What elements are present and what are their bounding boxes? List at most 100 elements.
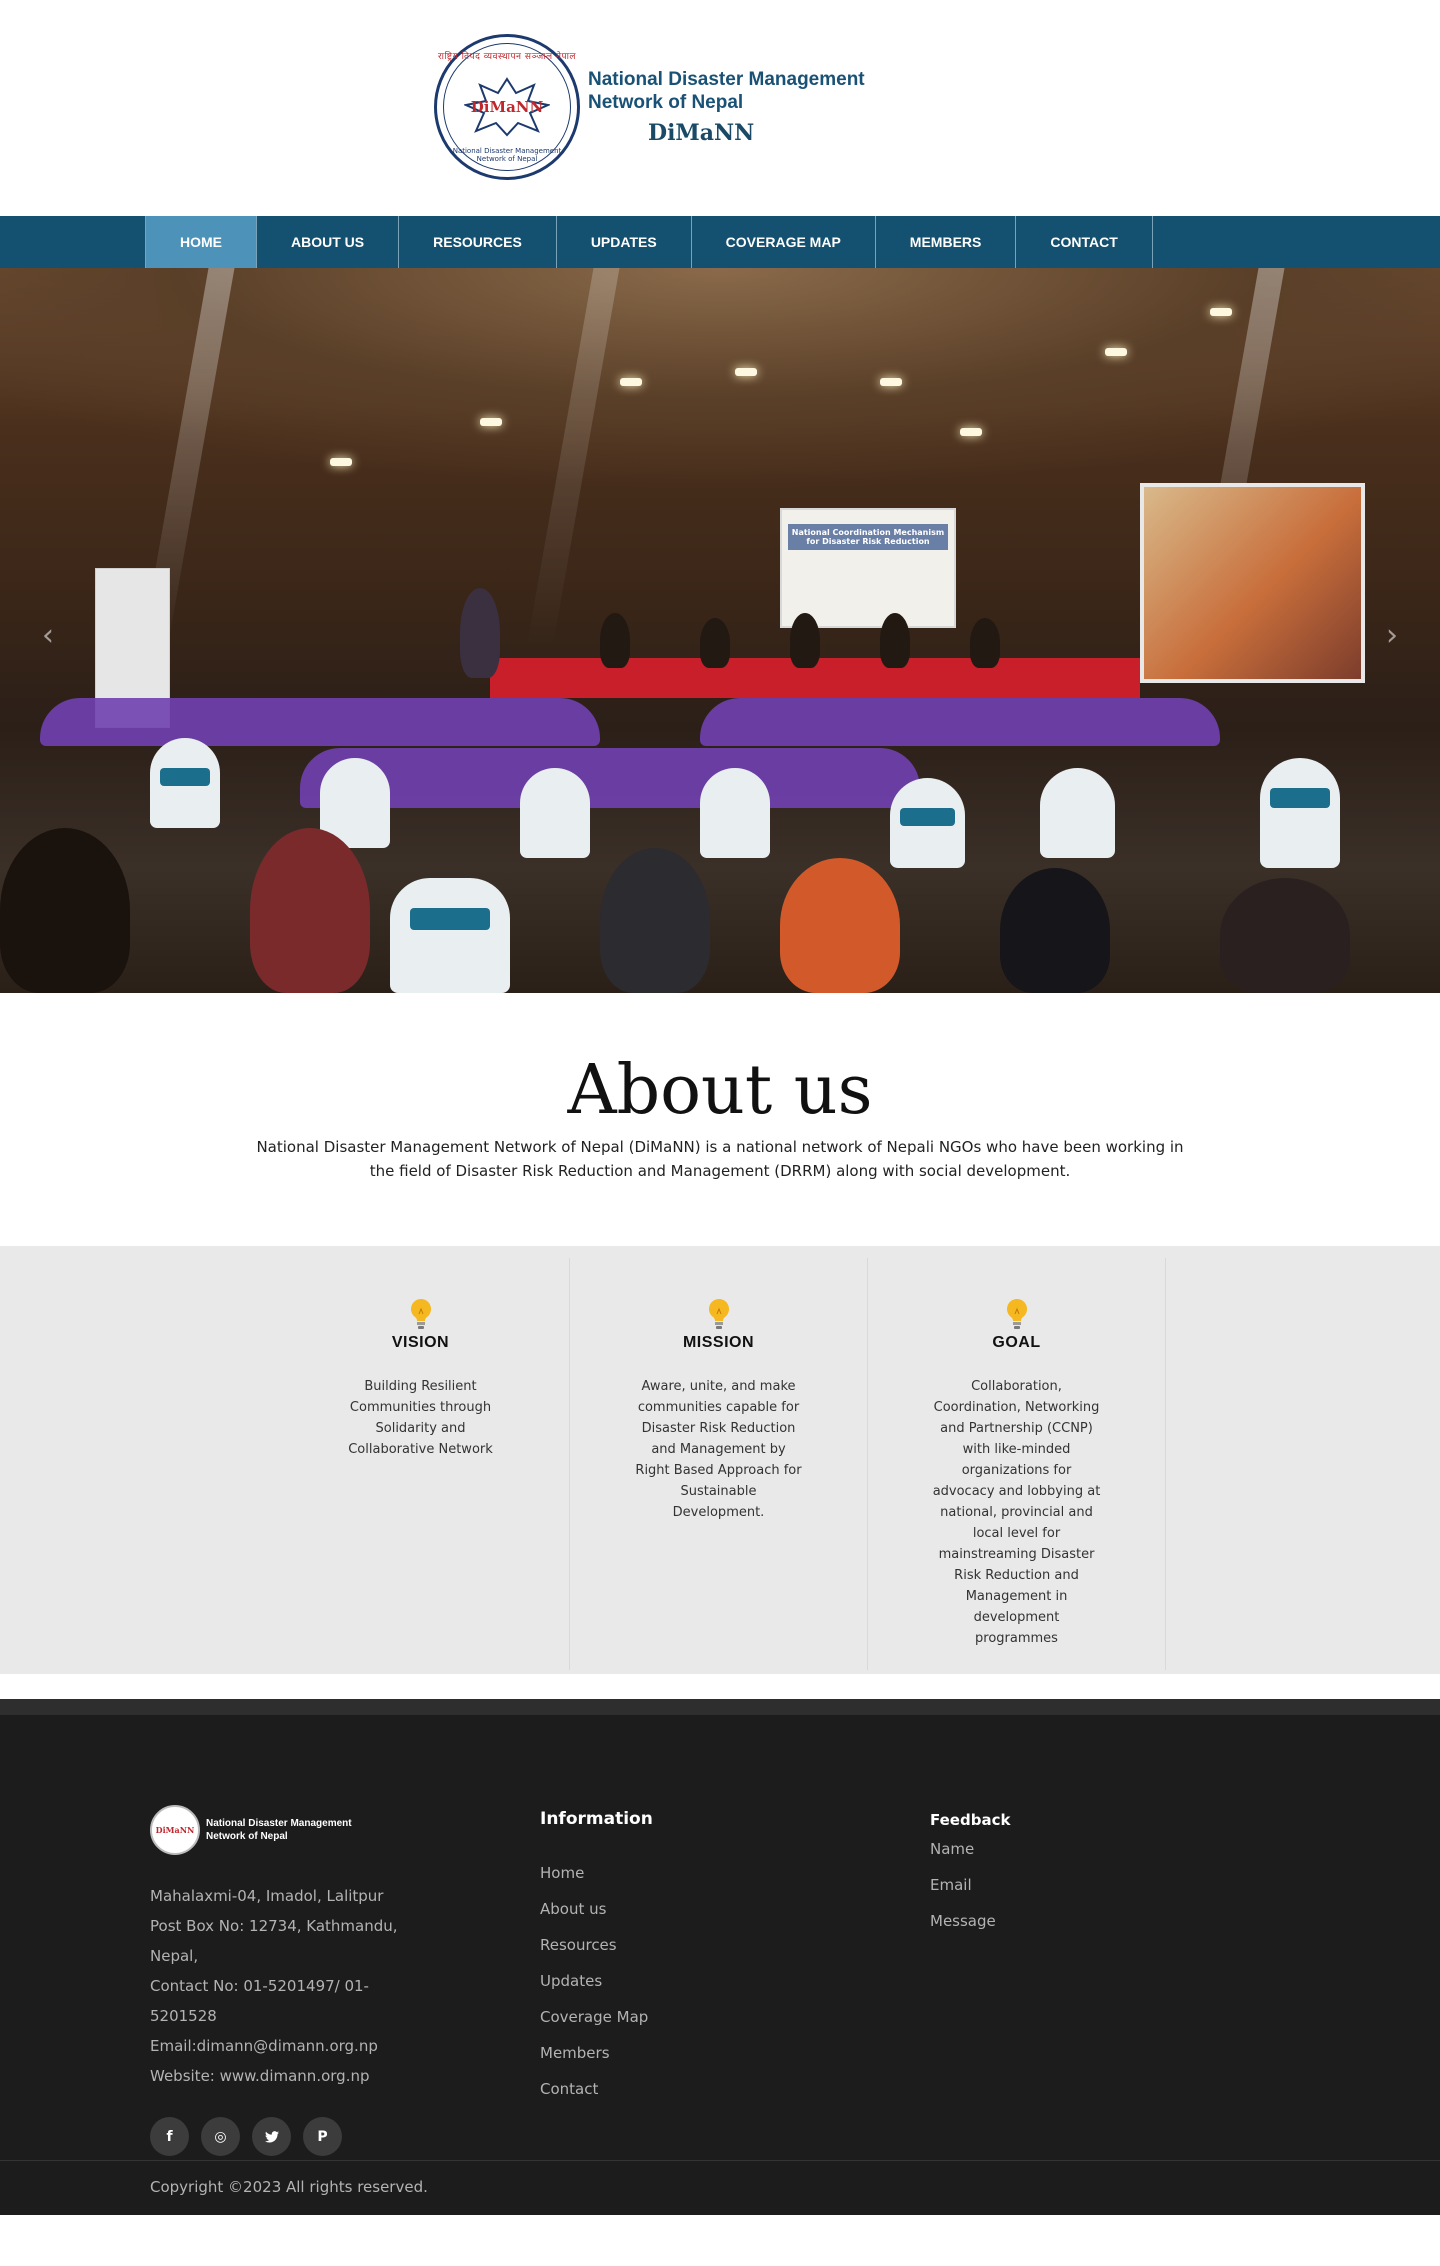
nav-item-resources[interactable]: RESOURCES	[399, 216, 557, 268]
vision-title: VISION	[391, 1334, 450, 1351]
nav-item-members[interactable]: MEMBERS	[876, 216, 1017, 268]
footer-logo[interactable]: DiMaNN National Disaster Management Netw…	[150, 1805, 400, 1855]
ceiling-light	[960, 428, 982, 436]
information-links: Home About us Resources Updates Coverage…	[540, 1855, 653, 2107]
chair-sash	[1270, 788, 1330, 808]
attendee-table	[700, 698, 1220, 746]
speaker-figure	[460, 588, 500, 678]
main-nav: HOME ABOUT US RESOURCES UPDATES COVERAGE…	[0, 216, 1440, 268]
ceiling-light	[1210, 308, 1232, 316]
goal-card: GOAL Collaboration, Coordination, Networ…	[868, 1258, 1166, 1670]
footer-link-contact[interactable]: Contact	[540, 2071, 653, 2107]
chair-sash	[160, 768, 210, 786]
footer-logo-line1: National Disaster Management	[206, 1818, 352, 1829]
ceiling-light	[735, 368, 757, 376]
panelist	[700, 618, 730, 668]
twitter-icon[interactable]	[252, 2117, 291, 2156]
footer-address: Mahalaxmi-04, Imadol, Lalitpur Post Box …	[150, 1881, 400, 2091]
vision-mission-goal-section: VISION Building Resilient Communities th…	[0, 1246, 1440, 1674]
lightbulb-icon	[706, 1296, 732, 1332]
emblem-core: DiMaNN	[464, 77, 550, 137]
footer-link-updates[interactable]: Updates	[540, 1963, 653, 1999]
event-banner: National Coordination Mechanism for Disa…	[780, 508, 956, 628]
mission-text: Aware, unite, and make communities capab…	[635, 1379, 802, 1520]
slider-next-arrow[interactable]: ›	[1386, 618, 1398, 653]
attendee	[600, 848, 710, 993]
chair	[1040, 768, 1115, 858]
goal-title: GOAL	[992, 1334, 1041, 1351]
mission-title: MISSION	[682, 1334, 755, 1351]
copyright-bar: Copyright ©2023 All rights reserved.	[0, 2160, 1440, 2215]
address-line: Post Box No: 12734, Kathmandu, Nepal,	[150, 1917, 398, 1965]
goal-text: Collaboration, Coordination, Networking …	[932, 1379, 1101, 1646]
emblem-ring-text-nepali: राष्ट्रिय विपद व्यवस्थापन सञ्जाल नेपाल	[437, 52, 577, 62]
facebook-icon[interactable]: f	[150, 2117, 189, 2156]
lightbulb-icon	[1004, 1296, 1030, 1332]
mission-card: MISSION Aware, unite, and make communiti…	[570, 1258, 868, 1670]
ceiling-light	[620, 378, 642, 386]
light-beam	[526, 268, 620, 648]
nav-item-contact[interactable]: CONTACT	[1016, 216, 1153, 268]
footer-logo-emblem: DiMaNN	[150, 1805, 200, 1855]
site-footer: DiMaNN National Disaster Management Netw…	[0, 1715, 1440, 2215]
address-line: Mahalaxmi-04, Imadol, Lalitpur	[150, 1887, 384, 1905]
attendee	[0, 828, 130, 993]
footer-link-about-us[interactable]: About us	[540, 1891, 653, 1927]
hero-slider-image: National Coordination Mechanism for Disa…	[0, 268, 1440, 993]
attendee-table	[40, 698, 600, 746]
attendee	[780, 858, 900, 993]
feedback-message-field[interactable]: Message	[930, 1903, 1010, 1939]
projector-screen	[1140, 483, 1365, 683]
chair-sash	[410, 908, 490, 930]
instagram-icon[interactable]: ◎	[201, 2117, 240, 2156]
chair	[390, 878, 510, 993]
chair-sash	[900, 808, 955, 826]
footer-link-members[interactable]: Members	[540, 2035, 653, 2071]
section-spacer	[0, 1674, 1440, 1699]
social-links: f ◎ P	[150, 2117, 400, 2156]
about-text: National Disaster Management Network of …	[256, 1138, 1184, 1180]
information-heading: Information	[540, 1809, 653, 1829]
panelist	[790, 613, 820, 668]
nav-item-about-us[interactable]: ABOUT US	[257, 216, 400, 268]
panelist	[970, 618, 1000, 668]
footer-contact-column: DiMaNN National Disaster Management Netw…	[150, 1805, 400, 2156]
ceiling-light	[880, 378, 902, 386]
nav-item-coverage-map[interactable]: COVERAGE MAP	[692, 216, 876, 268]
slider-prev-arrow[interactable]: ‹	[42, 618, 54, 653]
footer-logo-line2: Network of Nepal	[206, 1831, 288, 1842]
emblem-ring-text-english: National Disaster Management Network of …	[452, 147, 562, 163]
logo-emblem: राष्ट्रिय विपद व्यवस्थापन सञ्जाल नेपाल D…	[434, 34, 580, 180]
ceiling-light	[330, 458, 352, 466]
footer-link-home[interactable]: Home	[540, 1855, 653, 1891]
lightbulb-icon	[408, 1296, 434, 1332]
ceiling-light	[480, 418, 502, 426]
emblem-mark: DiMaNN	[470, 98, 544, 116]
contact-number: Contact No: 01-5201497/ 01-5201528	[150, 1977, 369, 2025]
pinterest-icon[interactable]: P	[303, 2117, 342, 2156]
panelist	[600, 613, 630, 668]
chair	[1260, 758, 1340, 868]
about-title: About us	[567, 1051, 873, 1130]
footer-feedback-column: Feedback Name Email Message	[930, 1811, 1010, 1939]
panelist	[880, 613, 910, 668]
org-name-line1: National Disaster Management	[588, 69, 865, 90]
footer-link-coverage-map[interactable]: Coverage Map	[540, 1999, 653, 2035]
feedback-email-field[interactable]: Email	[930, 1867, 1010, 1903]
site-header: राष्ट्रिय विपद व्यवस्थापन सञ्जाल नेपाल D…	[0, 0, 1440, 216]
nav-item-updates[interactable]: UPDATES	[557, 216, 692, 268]
contact-website: Website: www.dimann.org.np	[150, 2067, 370, 2085]
footer-top-strip	[0, 1699, 1440, 1715]
feedback-name-field[interactable]: Name	[930, 1831, 1010, 1867]
event-banner-title: National Coordination Mechanism for Disa…	[788, 524, 948, 550]
feedback-heading: Feedback	[930, 1811, 1011, 1829]
attendee	[1220, 878, 1350, 993]
logo-text: National Disaster Management Network of …	[588, 68, 865, 146]
about-section: About us National Disaster Management Ne…	[0, 993, 1440, 1246]
copyright-text: Copyright ©2023 All rights reserved.	[150, 2178, 428, 2196]
attendee	[1000, 868, 1110, 993]
footer-link-resources[interactable]: Resources	[540, 1927, 653, 1963]
chair	[520, 768, 590, 858]
site-logo[interactable]: राष्ट्रिय विपद व्यवस्थापन सञ्जाल नेपाल D…	[434, 34, 865, 180]
nav-item-home[interactable]: HOME	[145, 216, 257, 268]
